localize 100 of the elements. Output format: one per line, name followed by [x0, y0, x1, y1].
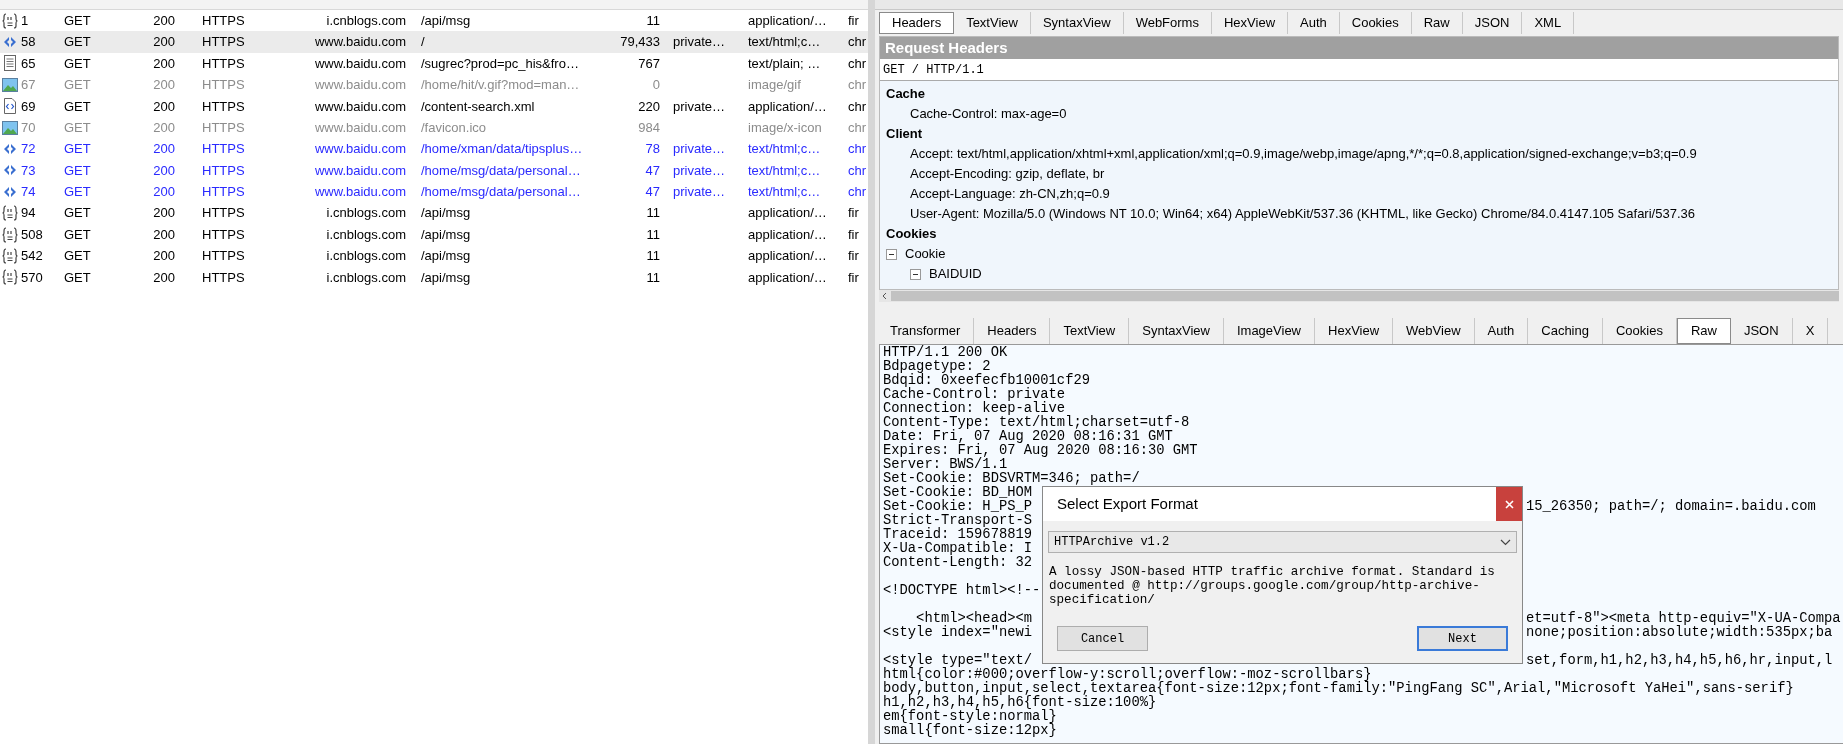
code-line: Expires: Fri, 07 Aug 2020 08:16:30 GMT [883, 444, 1198, 458]
table-cell: GET [64, 269, 91, 285]
table-cell: application/… [748, 205, 827, 221]
table-cell: text/html;c… [748, 162, 821, 178]
table-cell: 200 [153, 141, 175, 157]
table-cell: 984 [638, 119, 660, 135]
image-icon [2, 119, 18, 136]
table-cell: www.baidu.com [314, 141, 406, 157]
table-cell: application/… [748, 226, 827, 242]
code-line: Set-Cookie: BD_HOM [883, 486, 1033, 500]
table-cell-text: 70 [21, 118, 36, 137]
table-cell: www.baidu.com [314, 184, 406, 200]
code-line: <style type="text/ [883, 653, 1033, 668]
code-line: Server: BWS/1.1 [883, 458, 1008, 472]
table-cell: 200 [153, 77, 175, 93]
code-line: Connection: keep-alive [883, 402, 1066, 416]
table-cell: www.baidu.com [314, 34, 406, 50]
code-line: small{font-size:12px} [883, 724, 1057, 738]
code-line: HTTP/1.1 200 OK [883, 346, 1008, 360]
table-cell: 200 [153, 162, 175, 178]
table-cell: i.cnblogs.com [326, 12, 406, 28]
table-cell: GET [64, 55, 91, 71]
code-line: set,form,h1,h2,h3,h4,h5,h6,hr,input,l [1526, 654, 1833, 668]
table-cell: chr [848, 119, 867, 135]
table-cell: 200 [153, 184, 175, 200]
format-description: A lossy JSON-based HTTP traffic archive format. Standard is documented @ http://groups.google.com/group/http-archive-specification/ [1049, 565, 1496, 607]
code-line: h1,h2,h3,h4,h5,h6{font-size:100%} [883, 696, 1157, 710]
table-cell: 200 [153, 119, 175, 135]
table-cell: /home/hit/v.gif?mod=man… [421, 77, 580, 93]
table-cell: GET [64, 248, 91, 264]
table-cell: chr [848, 141, 867, 157]
table-cell: /api/msg [421, 12, 471, 28]
table-cell: HTTPS [202, 162, 245, 178]
table-cell: image/gif [748, 77, 801, 93]
table-cell: i.cnblogs.com [326, 205, 406, 221]
table-cell: 11 [646, 269, 660, 285]
format-select[interactable]: HTTPArchive v1.2 [1048, 531, 1517, 553]
table-cell: 200 [153, 55, 175, 71]
table-cell: HTTPS [202, 184, 245, 200]
table-cell: 79,433 [620, 34, 660, 50]
table-cell: 200 [153, 226, 175, 242]
close-icon [1504, 499, 1514, 509]
table-cell: application/… [748, 248, 827, 264]
table-cell: private… [673, 141, 726, 157]
table-cell: chr [848, 184, 867, 200]
table-cell: private… [673, 98, 726, 114]
header-line: Accept-Encoding: gzip, deflate, br [909, 165, 1106, 184]
table-cell: fir [848, 12, 859, 28]
code-line: em{font-style:normal} [883, 710, 1057, 724]
table-cell: /api/msg [421, 226, 471, 242]
group-heading: Cache [885, 85, 927, 104]
table-cell: /content-search.xml [421, 98, 535, 114]
dialog-title: Select Export Format [1056, 493, 1198, 514]
table-cell: private… [673, 162, 726, 178]
dialog-button[interactable]: Cancel [1057, 626, 1148, 651]
tab[interactable]: Raw [1676, 318, 1731, 344]
image-icon [2, 76, 18, 93]
table-cell: GET [64, 98, 91, 114]
code-line: Date: Fri, 07 Aug 2020 08:16:31 GMT [883, 430, 1173, 444]
table-cell: GET [64, 226, 91, 242]
table-cell: /home/msg/data/personal… [421, 162, 581, 178]
session-row[interactable]: 58 GET 200 HTTPS www.baidu.com / 79,433 private… text/html;c… chr [0, 31, 868, 53]
code-line: <html><head><m [916, 611, 1033, 626]
table-cell: GET [64, 205, 91, 221]
table-cell: /sugrec?prod=pc_his&fro… [421, 55, 579, 71]
table-cell: HTTPS [202, 141, 245, 157]
table-cell: i.cnblogs.com [326, 226, 406, 242]
table-cell: HTTPS [202, 55, 245, 71]
horizontal-scrollbar[interactable] [879, 290, 1839, 302]
code-line: body,button,input,select,textarea{font-size:12px;font-family:"PingFang SC",Arial,"Microsoft YaHei",sans-serif} [883, 682, 1794, 696]
table-cell: application/… [748, 98, 827, 114]
group-heading: Client [885, 125, 924, 144]
header-line: Accept-Language: zh-CN,zh;q=0.9 [909, 185, 1111, 204]
table-cell: HTTPS [202, 119, 245, 135]
table-cell: GET [64, 141, 91, 157]
table-cell: 767 [638, 55, 660, 71]
table-cell: / [421, 34, 425, 50]
panel-title: Request Headers [880, 37, 1838, 59]
tab[interactable]: Headers [879, 12, 955, 34]
table-cell-text: 542 [21, 247, 43, 266]
table-cell: /api/msg [421, 205, 471, 221]
dialog-button[interactable]: Next [1417, 626, 1508, 651]
table-cell: 200 [153, 248, 175, 264]
collapse-icon[interactable] [886, 248, 897, 260]
code-line: Content-Length: 32 [883, 556, 1033, 570]
table-cell: text/html;c… [748, 141, 821, 157]
code-line: Cache-Control: private [883, 388, 1066, 402]
table-cell: i.cnblogs.com [326, 248, 406, 264]
table-cell: 220 [638, 98, 660, 114]
chevron-down-icon [1500, 538, 1511, 546]
table-cell-text: 94 [21, 204, 36, 223]
braces-icon [2, 248, 18, 264]
collapse-icon[interactable] [910, 268, 921, 280]
table-cell: chr [848, 162, 867, 178]
close-button[interactable] [1496, 487, 1522, 521]
tree-item[interactable]: BAIDUID [929, 264, 982, 284]
braces-icon [2, 205, 18, 222]
table-cell: chr [848, 77, 867, 93]
table-cell: 47 [645, 162, 660, 178]
tree-item[interactable]: Cookie [905, 244, 946, 264]
